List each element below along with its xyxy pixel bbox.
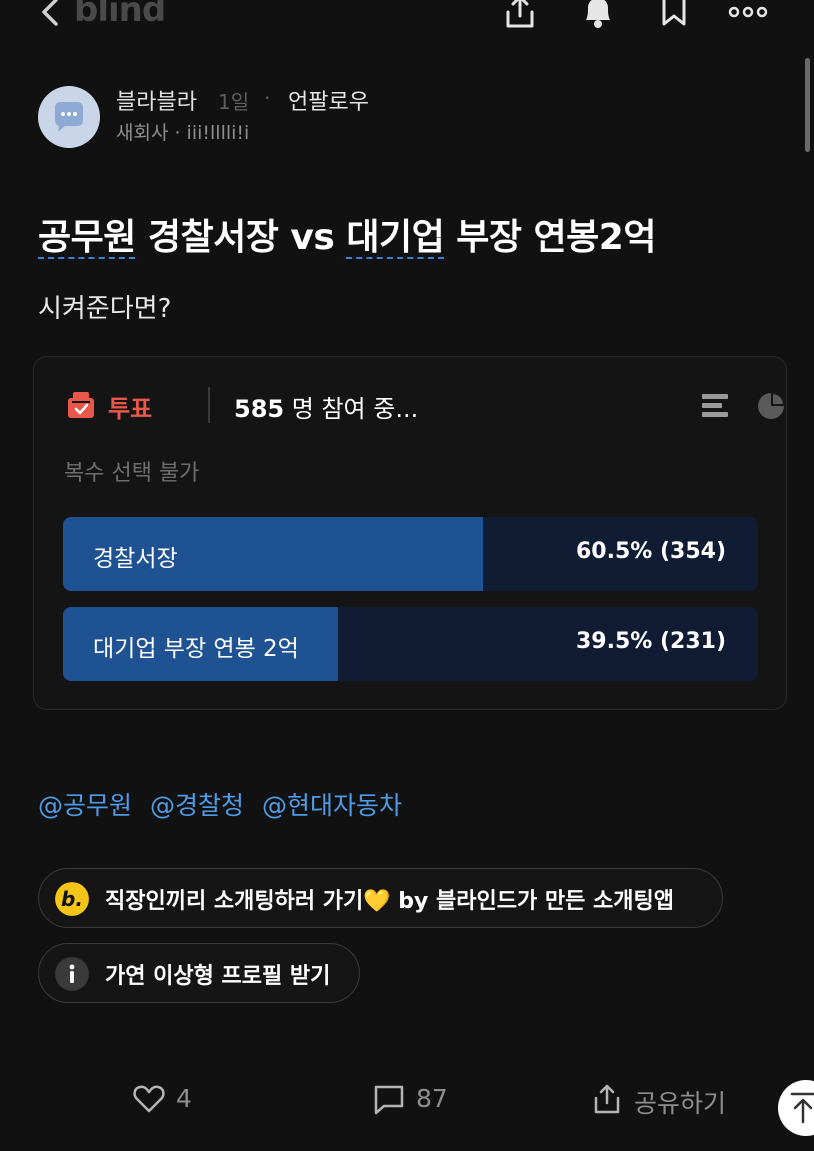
- poll-option-label: 대기업 부장 연봉 2억: [93, 636, 299, 662]
- author-company: 새회사 · iii!lllli!i: [116, 122, 250, 144]
- participant-number: 585: [234, 395, 285, 423]
- post-title: 공무원 경찰서장 vs 대기업 부장 연봉2억: [38, 208, 656, 260]
- share-button[interactable]: 공유하기: [590, 1078, 750, 1122]
- arrow-up-icon: [790, 1092, 814, 1124]
- unfollow-button[interactable]: 언팔로우: [288, 84, 369, 116]
- comment-button[interactable]: 87: [372, 1078, 472, 1122]
- tag-link[interactable]: @현대자동차: [262, 791, 402, 820]
- poll-option[interactable]: 경찰서장 60.5% (354): [63, 517, 758, 591]
- poll-option[interactable]: 대기업 부장 연봉 2억 39.5% (231): [63, 607, 758, 681]
- poll-card: 투표 585 명 참여 중... 복수 선택 불가 경찰서장 60.5% (35…: [33, 356, 787, 710]
- bar-chart-view-icon[interactable]: [702, 391, 730, 421]
- title-keyword-link[interactable]: 공무원: [38, 217, 136, 258]
- bell-icon[interactable]: [578, 0, 618, 34]
- avatar[interactable]: [38, 86, 100, 148]
- scrollbar[interactable]: [805, 58, 810, 152]
- title-keyword-link[interactable]: 대기업: [346, 217, 444, 258]
- title-text: 부장 연봉2억: [444, 217, 656, 258]
- post-time: 1일: [218, 90, 250, 114]
- comment-count: 87: [416, 1084, 448, 1113]
- comment-icon: [374, 1085, 404, 1115]
- ballot-box-icon: [68, 392, 94, 418]
- profile-promo-chip[interactable]: 가연 이상형 프로필 받기: [38, 943, 360, 1003]
- b-logo-icon: b.: [55, 882, 89, 916]
- bookmark-icon[interactable]: [654, 0, 694, 34]
- poll-option-result: 39.5% (231): [575, 629, 726, 654]
- pie-chart-view-icon[interactable]: [756, 391, 786, 421]
- like-count: 4: [176, 1084, 192, 1113]
- tag-link[interactable]: @공무원: [38, 791, 132, 820]
- svg-text:b.: b.: [61, 887, 83, 911]
- poll-note: 복수 선택 불가: [64, 461, 200, 486]
- title-text: 경찰서장 vs: [135, 217, 347, 258]
- dating-promo-text: 직장인끼리 소개팅하러 가기💛 by 블라인드가 만든 소개팅앱: [105, 889, 674, 914]
- divider: [208, 387, 210, 423]
- participants-count: 585 명 참여 중...: [234, 389, 418, 424]
- profile-promo-text: 가연 이상형 프로필 받기: [105, 964, 331, 989]
- scroll-to-top-button[interactable]: [778, 1080, 814, 1136]
- poll-header: 투표 585 명 참여 중...: [66, 387, 784, 427]
- post-body: 시켜준다면?: [38, 294, 172, 324]
- like-button[interactable]: 4: [132, 1078, 222, 1122]
- share-label: 공유하기: [634, 1089, 727, 1118]
- tag-list: @공무원 @경찰청 @현대자동차: [38, 786, 420, 822]
- back-icon[interactable]: [36, 0, 66, 32]
- separator-dot: ·: [264, 86, 271, 110]
- poll-option-result: 60.5% (354): [575, 539, 726, 564]
- more-icon[interactable]: [728, 0, 768, 34]
- dating-promo-chip[interactable]: b. 직장인끼리 소개팅하러 가기💛 by 블라인드가 만든 소개팅앱: [38, 868, 723, 928]
- participant-suffix: 명 참여 중...: [284, 395, 419, 423]
- info-icon: [55, 957, 89, 991]
- poll-option-label: 경찰서장: [93, 546, 178, 572]
- author-row: 블라블라 1일 · 언팔로우 새회사 · iii!lllli!i: [38, 84, 538, 148]
- heart-icon: [133, 1085, 165, 1113]
- share-icon[interactable]: [500, 0, 540, 34]
- author-name[interactable]: 블라블라: [116, 84, 197, 116]
- poll-label: 투표: [108, 395, 153, 423]
- top-bar: blind: [0, 0, 814, 40]
- blind-logo[interactable]: blind: [74, 0, 166, 30]
- share-icon: [594, 1084, 620, 1114]
- chat-bubble-icon: [55, 102, 83, 132]
- tag-link[interactable]: @경찰청: [150, 791, 244, 820]
